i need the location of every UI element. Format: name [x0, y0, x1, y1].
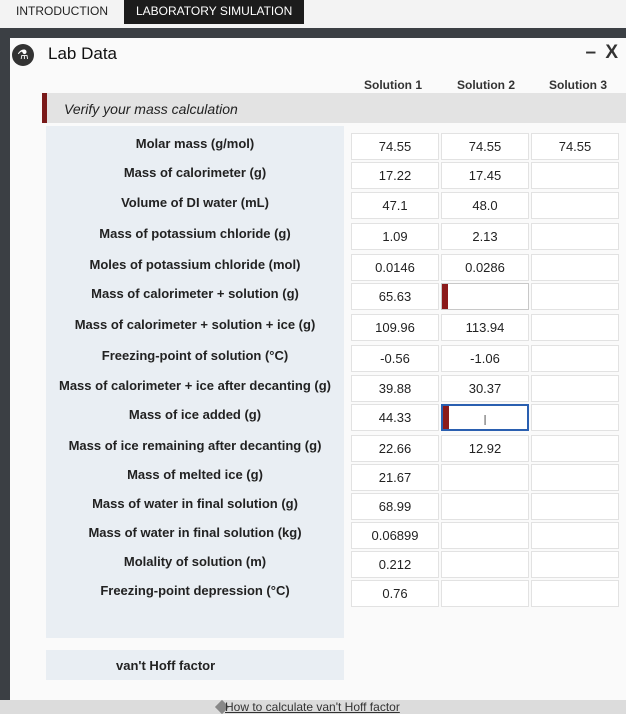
cell-solution-1: 0.76: [351, 580, 439, 607]
calorimeter-solution-input-solution-2[interactable]: [441, 283, 529, 310]
cell-solution-1: 44.33: [351, 404, 439, 431]
cell-solution-2: 30.37: [441, 375, 529, 402]
cell-solution-2: 48.0: [441, 192, 529, 219]
cell-solution-2: 74.55: [441, 133, 529, 160]
cell-solution-3: [531, 375, 619, 402]
cell-solution-1: 0.0146: [351, 254, 439, 281]
cell-solution-3: [531, 551, 619, 578]
cell-solution-3: [531, 314, 619, 341]
cell-solution-1: 74.55: [351, 133, 439, 160]
top-tab-bar: INTRODUCTION LABORATORY SIMULATION: [0, 0, 626, 30]
cell-solution-3: [531, 254, 619, 281]
cell-solution-2: [441, 551, 529, 578]
cell-solution-3: [531, 283, 619, 310]
verify-accent: [42, 93, 47, 123]
background-left: [0, 38, 10, 700]
cell-solution-2: -1.06: [441, 345, 529, 372]
background-strip: [0, 28, 626, 38]
input-required-marker: [443, 406, 449, 429]
cell-solution-3: 74.55: [531, 133, 619, 160]
row-label: Mass of ice remaining after decanting (g…: [68, 438, 322, 453]
cell-solution-1: 0.212: [351, 551, 439, 578]
lab-data-window: ⚗ Lab Data – X Solution 1 Solution 2 Sol…: [10, 38, 626, 714]
cell-solution-1: -0.56: [351, 345, 439, 372]
help-link[interactable]: How to calculate van't Hoff factor: [225, 700, 400, 714]
row-label: Mass of water in final solution (kg): [88, 525, 302, 540]
row-label: Mass of potassium chloride (g): [99, 226, 291, 241]
window-header: ⚗ Lab Data – X: [10, 38, 626, 74]
cell-solution-3: [531, 223, 619, 250]
row-label: Freezing-point of solution (°C): [101, 348, 289, 363]
cell-solution-1: 0.06899: [351, 522, 439, 549]
column-header-solution-2: Solution 2: [457, 78, 515, 92]
vant-hoff-row: van't Hoff factor: [46, 650, 344, 680]
cell-solution-1: 47.1: [351, 192, 439, 219]
verify-banner: Verify your mass calculation: [42, 93, 626, 123]
ice-added-input-solution-2[interactable]: I: [441, 404, 529, 431]
cell-solution-2: [441, 464, 529, 491]
row-label: Molar mass (g/mol): [135, 136, 255, 151]
cell-solution-3: [531, 493, 619, 520]
cell-solution-1: 1.09: [351, 223, 439, 250]
cell-solution-3: [531, 580, 619, 607]
cell-solution-2: [441, 580, 529, 607]
window-title: Lab Data: [48, 44, 117, 63]
cell-solution-1: 65.63: [351, 283, 439, 310]
cell-solution-2: [441, 522, 529, 549]
row-label: Molality of solution (m): [123, 554, 267, 569]
cell-solution-3: [531, 435, 619, 462]
row-label: Volume of DI water (mL): [121, 195, 269, 210]
row-label: Mass of ice added (g): [128, 407, 262, 422]
cell-solution-1: 17.22: [351, 162, 439, 189]
column-header-solution-1: Solution 1: [364, 78, 422, 92]
cell-solution-3: [531, 162, 619, 189]
cell-solution-2: 12.92: [441, 435, 529, 462]
window-controls[interactable]: – X: [585, 42, 620, 64]
cell-solution-3: [531, 522, 619, 549]
cell-solution-2: 2.13: [441, 223, 529, 250]
cell-solution-2: [441, 493, 529, 520]
cell-solution-3: [531, 464, 619, 491]
cell-solution-1: 68.99: [351, 493, 439, 520]
row-label: Freezing-point depression (°C): [100, 583, 290, 598]
cell-solution-3: [531, 192, 619, 219]
column-header-solution-3: Solution 3: [549, 78, 607, 92]
cell-solution-2: 0.0286: [441, 254, 529, 281]
row-label: Mass of calorimeter (g): [123, 165, 267, 180]
cell-solution-1: 21.67: [351, 464, 439, 491]
tab-laboratory-simulation[interactable]: LABORATORY SIMULATION: [124, 0, 305, 24]
row-label: Moles of potassium chloride (mol): [89, 257, 301, 272]
cell-solution-2: 113.94: [441, 314, 529, 341]
cell-solution-1: 39.88: [351, 375, 439, 402]
row-label: Mass of melted ice (g): [127, 467, 263, 482]
verify-text: Verify your mass calculation: [64, 101, 238, 117]
cell-solution-2: 17.45: [441, 162, 529, 189]
cell-solution-1: 22.66: [351, 435, 439, 462]
vant-hoff-label: van't Hoff factor: [116, 658, 216, 673]
cell-solution-1: 109.96: [351, 314, 439, 341]
row-label: Mass of water in final solution (g): [92, 496, 298, 511]
row-label: Mass of calorimeter + solution (g): [91, 286, 299, 301]
cell-solution-3: [531, 404, 619, 431]
text-cursor-icon: I: [483, 412, 488, 429]
cell-solution-3: [531, 345, 619, 372]
row-label: Mass of calorimeter + solution + ice (g): [74, 317, 316, 332]
tab-introduction[interactable]: INTRODUCTION: [6, 0, 118, 24]
input-required-marker: [442, 284, 448, 309]
row-label: Mass of calorimeter + ice after decantin…: [59, 378, 331, 393]
flask-icon: ⚗: [12, 44, 34, 66]
